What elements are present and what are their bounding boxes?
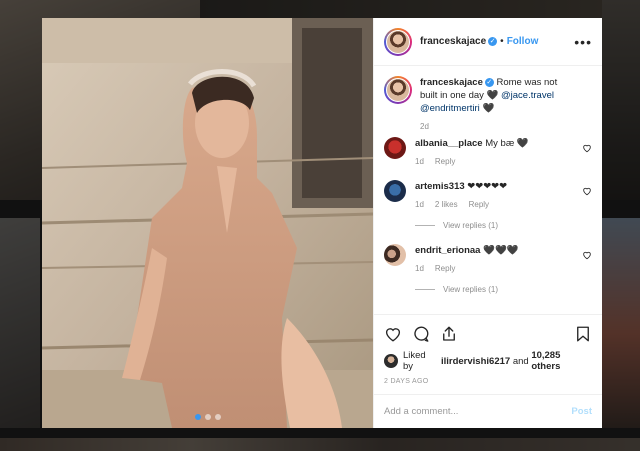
comments-list[interactable]: franceskajace ✓ Rome was not built in one… <box>374 66 602 314</box>
bookmark-icon[interactable] <box>574 325 592 343</box>
liker-username[interactable]: ilirdervishi6217 <box>441 356 510 367</box>
header-separator: • <box>500 36 504 47</box>
share-icon[interactable] <box>440 325 458 343</box>
comment-icon[interactable] <box>412 325 430 343</box>
liked-by-and: and <box>512 355 529 367</box>
reply-button[interactable]: Reply <box>435 264 455 273</box>
post-actions: Liked by ilirdervishi6217 and 10,285 oth… <box>374 314 602 385</box>
author-username[interactable]: franceskajace <box>420 36 486 47</box>
liker-avatar[interactable] <box>384 354 398 368</box>
commenter-avatar[interactable] <box>384 137 406 159</box>
comment-age[interactable]: 1d <box>415 200 424 209</box>
liked-by-prefix: Liked by <box>402 350 426 372</box>
comment-likes[interactable]: 2 likes <box>435 200 458 209</box>
photo-illustration <box>42 18 373 428</box>
view-replies-label: View replies (1) <box>443 285 498 294</box>
heart-icon[interactable] <box>384 325 402 343</box>
author-avatar[interactable] <box>384 76 412 104</box>
caption-mention[interactable]: @endritmertiri <box>420 103 480 114</box>
commenter-avatar[interactable] <box>384 244 406 266</box>
likes-summary: Liked by ilirdervishi6217 and 10,285 oth… <box>384 350 592 372</box>
post-comment-button[interactable]: Post <box>571 406 592 417</box>
carousel-dot <box>194 414 201 420</box>
likes-count[interactable]: 10,285 others <box>531 350 592 372</box>
comment-item: endrit_erionaa 🖤🖤🖤 1d Reply View replies… <box>384 244 592 294</box>
author-avatar[interactable] <box>384 27 412 56</box>
caption: franceskajace ✓ Rome was not built in one… <box>384 76 592 131</box>
carousel-indicator <box>42 414 373 420</box>
verified-check-icon: ✓ <box>488 37 498 46</box>
post-modal: franceskajace ✓ • Follow ••• franceskaja… <box>42 18 602 428</box>
view-replies-button[interactable]: View replies (1) <box>415 285 576 294</box>
carousel-dot <box>204 414 211 420</box>
commenter-username[interactable]: albania__place <box>415 138 483 149</box>
caption-mention[interactable]: @jace.travel <box>501 90 554 101</box>
comment-heart-icon[interactable] <box>582 250 592 260</box>
carousel-dot <box>214 414 221 420</box>
post-side-panel: franceskajace ✓ • Follow ••• franceskaja… <box>373 18 602 428</box>
comment-input[interactable] <box>384 406 572 417</box>
more-options-icon[interactable]: ••• <box>574 34 592 50</box>
commenter-username[interactable]: artemis313 <box>415 181 465 192</box>
comment-text: ❤❤❤❤❤ <box>467 181 508 192</box>
post-timestamp[interactable]: 2 DAYS AGO <box>384 378 592 385</box>
comment-heart-icon[interactable] <box>582 143 592 153</box>
caption-age[interactable]: 2d <box>420 122 429 131</box>
verified-check-icon: ✓ <box>484 77 494 87</box>
view-replies-label: View replies (1) <box>443 221 498 230</box>
replies-divider <box>415 225 435 226</box>
comment-text: 🖤🖤🖤 <box>483 245 519 256</box>
add-comment-bar: Post <box>374 394 602 428</box>
replies-divider <box>415 289 435 290</box>
caption-username[interactable]: franceskajace <box>420 77 483 88</box>
comment-item: artemis313 ❤❤❤❤❤ 1d 2 likes Reply View r… <box>384 180 592 230</box>
commenter-username[interactable]: endrit_erionaa <box>415 245 480 256</box>
comment-item: albania__place My bæ 🖤 1d Reply <box>384 137 592 166</box>
comment-heart-icon[interactable] <box>582 186 592 196</box>
follow-button[interactable]: Follow <box>507 36 539 47</box>
caption-emoji: 🖤 <box>482 103 495 114</box>
post-header: franceskajace ✓ • Follow ••• <box>374 18 602 66</box>
comment-age[interactable]: 1d <box>415 264 424 273</box>
reply-button[interactable]: Reply <box>469 200 489 209</box>
reply-button[interactable]: Reply <box>435 157 455 166</box>
commenter-avatar[interactable] <box>384 180 406 202</box>
view-replies-button[interactable]: View replies (1) <box>415 221 576 230</box>
comment-text: My bæ 🖤 <box>485 138 529 149</box>
post-photo[interactable] <box>42 18 373 428</box>
comment-age[interactable]: 1d <box>415 157 424 166</box>
